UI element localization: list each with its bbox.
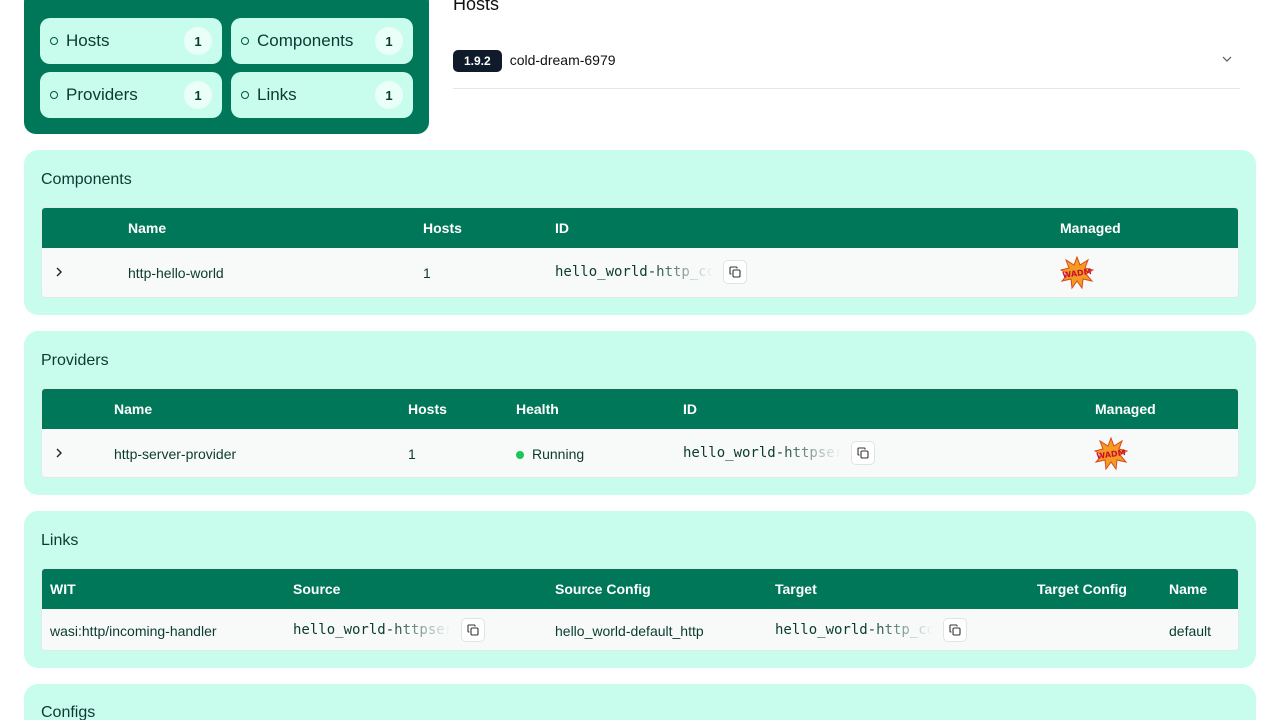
table-row: wasi:http/incoming-handler hello_world-h… [42, 609, 1238, 650]
section-title: Configs [41, 704, 96, 720]
col-managed: Managed [1060, 220, 1121, 236]
col-id: ID [555, 220, 569, 236]
col-health: Health [516, 401, 559, 417]
provider-id: hello_world-httpserver [683, 445, 841, 461]
link-wit: wasi:http/incoming-handler [50, 623, 217, 639]
stat-count: 1 [375, 81, 403, 109]
health-label: Running [532, 446, 585, 462]
wadm-badge-icon: WADM [1060, 256, 1094, 290]
section-title: Components [41, 171, 132, 188]
col-source-config: Source Config [555, 581, 651, 597]
configs-section: Configs [24, 684, 1256, 720]
provider-name: http-server-provider [114, 446, 237, 462]
col-name: Name [1169, 581, 1208, 597]
link-target: hello_world-http_component [775, 622, 933, 638]
section-title: Links [41, 532, 79, 549]
component-hosts: 1 [423, 265, 431, 281]
copy-icon [857, 447, 869, 459]
col-name: Name [114, 401, 153, 417]
version-badge: 1.9.2 [453, 50, 502, 72]
stat-label: Links [257, 85, 297, 104]
wadm-badge-icon: WADM [1094, 437, 1128, 471]
status-dot-icon [516, 451, 524, 460]
stat-label: Components [257, 31, 354, 50]
stat-components[interactable]: Components 1 [231, 18, 413, 64]
col-source: Source [293, 581, 341, 597]
providers-section: Providers Name Hosts Health ID Managed h… [24, 331, 1256, 495]
chevron-right-icon[interactable] [54, 447, 64, 459]
copy-button[interactable] [723, 260, 747, 284]
table-header: Name Hosts ID Managed [42, 208, 1238, 248]
stat-count: 1 [375, 27, 403, 55]
source-cell: hello_world-httpserver [293, 618, 485, 642]
copy-button[interactable] [461, 618, 485, 642]
col-wit: WIT [50, 581, 76, 597]
target-cell: hello_world-http_component [775, 618, 967, 642]
stat-providers[interactable]: Providers 1 [40, 72, 222, 118]
copy-button[interactable] [943, 618, 967, 642]
copy-icon [467, 624, 479, 636]
col-managed: Managed [1095, 401, 1156, 417]
col-id: ID [683, 401, 697, 417]
circle-icon [50, 37, 58, 45]
col-target: Target [775, 581, 817, 597]
links-table: WIT Source Source Config Target Target C… [41, 568, 1239, 651]
summary-card: Hosts 1 Components 1 Providers 1 Links 1 [24, 0, 429, 134]
circle-icon [50, 91, 58, 99]
components-table: Name Hosts ID Managed http-hello-world 1… [41, 207, 1239, 298]
table-header: Name Hosts Health ID Managed [42, 389, 1238, 429]
circle-icon [241, 91, 249, 99]
component-name: http-hello-world [128, 265, 224, 281]
circle-icon [241, 37, 249, 45]
id-cell: hello_world-http_component [555, 260, 747, 284]
copy-button[interactable] [851, 441, 875, 465]
stat-count: 1 [184, 27, 212, 55]
host-accordion-item[interactable]: 1.9.2 cold-dream-6979 [453, 40, 1240, 89]
link-source: hello_world-httpserver [293, 622, 451, 638]
stat-count: 1 [184, 81, 212, 109]
components-section: Components Name Hosts ID Managed http-he… [24, 150, 1256, 315]
stat-label: Hosts [66, 31, 110, 50]
health-status: Running [516, 446, 584, 462]
links-section: Links WIT Source Source Config Target Ta… [24, 511, 1256, 668]
table-header: WIT Source Source Config Target Target C… [42, 569, 1238, 609]
providers-table: Name Hosts Health ID Managed http-server… [41, 388, 1239, 478]
provider-hosts: 1 [408, 446, 416, 462]
col-hosts: Hosts [408, 401, 447, 417]
table-row[interactable]: http-hello-world 1 hello_world-http_comp… [42, 248, 1238, 297]
col-target-config: Target Config [1037, 581, 1127, 597]
stat-hosts[interactable]: Hosts 1 [40, 18, 222, 64]
col-hosts: Hosts [423, 220, 462, 236]
chevron-down-icon[interactable] [1222, 54, 1232, 64]
stat-links[interactable]: Links 1 [231, 72, 413, 118]
host-name: cold-dream-6979 [509, 52, 616, 68]
id-cell: hello_world-httpserver [683, 441, 875, 465]
table-row[interactable]: http-server-provider 1 Running hello_wor… [42, 429, 1238, 477]
section-title: Providers [41, 352, 109, 369]
copy-icon [729, 266, 741, 278]
hosts-title: Hosts [453, 0, 500, 14]
chevron-right-icon[interactable] [54, 266, 64, 278]
link-source-config: hello_world-default_http [555, 623, 704, 639]
col-name: Name [128, 220, 167, 236]
stat-label: Providers [66, 85, 138, 104]
copy-icon [949, 624, 961, 636]
component-id: hello_world-http_component [555, 264, 713, 280]
link-name: default [1169, 623, 1212, 639]
